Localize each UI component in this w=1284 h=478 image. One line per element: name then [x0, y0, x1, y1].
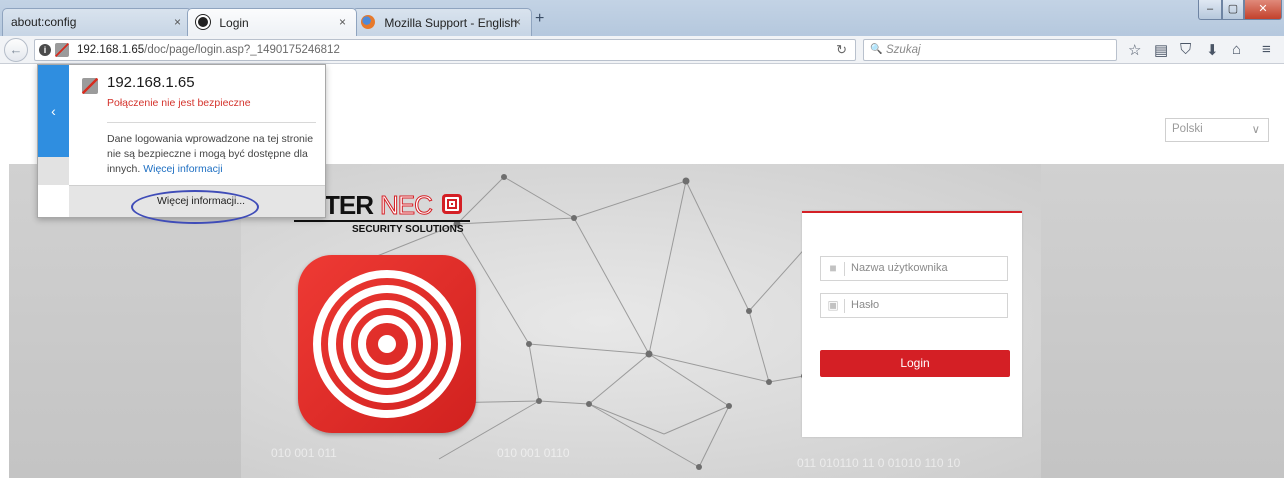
chevron-left-icon: ‹ — [51, 103, 56, 119]
logo-subtitle: SECURITY SOLUTIONS — [352, 224, 464, 235]
tab-strip: about:config × Login × Mozilla Support -… — [0, 0, 1284, 38]
password-field[interactable]: ▣ Hasło — [820, 293, 1008, 318]
lock-icon: ▣ — [827, 298, 839, 312]
language-select[interactable]: Polski ∨ — [1165, 118, 1269, 142]
url-path: /doc/page/login.asp?_1490175246812 — [144, 44, 340, 56]
info-icon[interactable]: i — [39, 44, 51, 56]
binary-watermark: 011 010110 11 0 01010 110 10 — [797, 456, 961, 470]
tab-label: Mozilla Support - English — [384, 16, 518, 30]
highlight-annotation-ellipse — [131, 190, 259, 224]
popup-back-button[interactable]: ‹ — [38, 65, 69, 157]
logo-text-bold: TER — [324, 190, 374, 220]
logo-underline — [294, 220, 470, 222]
minimize-button[interactable]: – — [1198, 0, 1222, 20]
firefox-icon — [361, 15, 375, 29]
url-host: 192.168.1.65 — [77, 44, 145, 56]
binary-watermark: 010 001 0110 — [497, 446, 570, 460]
tab-mozilla-support[interactable]: Mozilla Support - English × — [352, 8, 532, 36]
close-icon[interactable]: × — [339, 15, 346, 29]
password-placeholder: Hasło — [851, 299, 880, 311]
bookmark-star-icon[interactable]: ☆ — [1128, 41, 1141, 59]
reload-icon[interactable]: ↻ — [836, 40, 847, 60]
target-logo-icon — [298, 255, 476, 433]
tab-about-config[interactable]: about:config × — [2, 8, 192, 36]
tab-label: Login — [219, 16, 249, 30]
search-icon: 🔍 — [870, 44, 883, 55]
close-icon[interactable]: × — [514, 15, 521, 29]
username-field[interactable]: ■ Nazwa użytkownika — [820, 256, 1008, 281]
popup-warning: Połączenie nie jest bezpieczne — [107, 97, 251, 109]
tab-login[interactable]: Login × — [187, 8, 357, 36]
binary-watermark: 010 001 011 — [271, 446, 337, 460]
close-icon[interactable]: × — [174, 15, 181, 29]
broken-lock-icon — [82, 78, 98, 94]
arrow-left-icon: ← — [9, 42, 23, 57]
popup-divider — [107, 122, 316, 123]
broken-lock-icon[interactable] — [55, 43, 69, 57]
language-value: Polski — [1172, 123, 1203, 135]
url-bar[interactable]: i 192.168.1.65/doc/page/login.asp?_14901… — [34, 39, 856, 61]
navigation-bar: ← i 192.168.1.65/doc/page/login.asp?_149… — [0, 36, 1284, 64]
field-divider — [844, 262, 845, 276]
login-panel: ■ Nazwa użytkownika ▣ Hasło Login — [802, 211, 1022, 437]
pocket-icon[interactable]: ⛉ — [1180, 41, 1191, 58]
url-text: 192.168.1.65/doc/page/login.asp?_1490175… — [77, 40, 340, 60]
more-info-link[interactable]: Więcej informacji — [143, 163, 222, 175]
username-placeholder: Nazwa użytkownika — [851, 262, 948, 274]
user-icon: ■ — [829, 261, 837, 275]
new-tab-button[interactable]: + — [535, 10, 544, 28]
popup-host: 192.168.1.65 — [107, 74, 195, 91]
search-bar[interactable]: 🔍 Szukaj — [863, 39, 1117, 61]
home-icon[interactable]: ⌂ — [1232, 41, 1241, 58]
login-favicon-icon — [196, 15, 210, 29]
logo-target-icon — [442, 194, 462, 214]
hamburger-menu-icon[interactable]: ≡ — [1262, 41, 1271, 58]
tab-label: about:config — [11, 15, 77, 29]
download-icon[interactable]: ⬇ — [1206, 41, 1219, 59]
chevron-down-icon: ∨ — [1251, 124, 1260, 136]
search-input[interactable]: Szukaj — [886, 40, 921, 60]
logo-text-outline: NEC — [380, 190, 434, 221]
field-divider — [844, 299, 845, 313]
login-button[interactable]: Login — [820, 350, 1010, 377]
concentric-rings-graphic — [313, 270, 461, 418]
back-button[interactable]: ← — [4, 38, 28, 62]
maximize-button[interactable]: ▢ — [1222, 0, 1244, 20]
popup-message: Dane logowania wprowadzone na tej stroni… — [107, 132, 321, 177]
close-window-button[interactable]: ✕ — [1244, 0, 1282, 20]
bookmarks-menu-icon[interactable]: ▤ — [1154, 41, 1168, 59]
